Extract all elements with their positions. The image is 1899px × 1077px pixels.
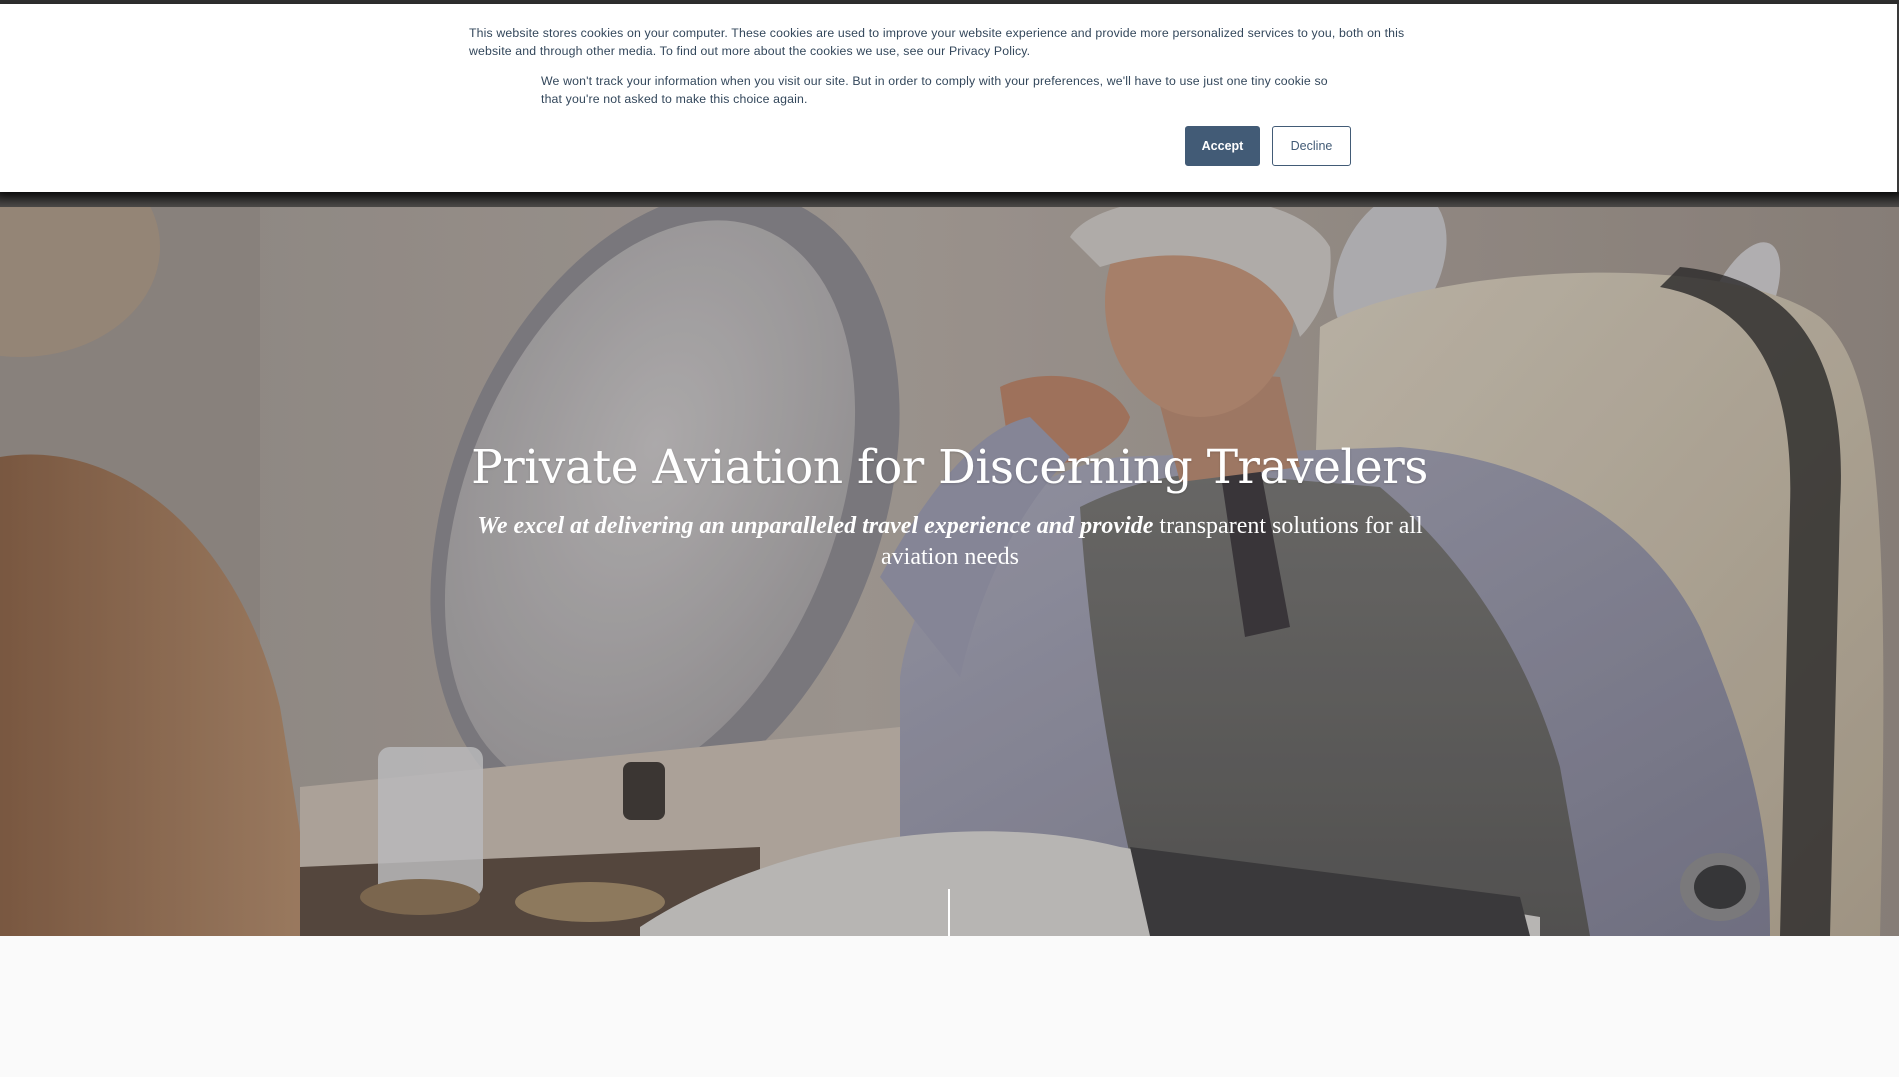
page: This website stores cookies on your comp… [0, 0, 1899, 1077]
decline-button[interactable]: Decline [1272, 126, 1351, 166]
banner-shadow [0, 192, 1899, 207]
accept-button[interactable]: Accept [1185, 126, 1260, 166]
cookie-message: This website stores cookies on your comp… [469, 26, 1405, 58]
hero-subtitle-emphasis: We excel at delivering an unparalleled t… [477, 513, 1154, 539]
hero-title: Private Aviation for Discerning Traveler… [471, 440, 1428, 495]
scroll-indicator-line [948, 889, 950, 936]
hero-subtitle: We excel at delivering an unparalleled t… [470, 511, 1430, 573]
content-area-below-hero [0, 936, 1899, 1077]
cookie-decline-notice: We won't track your information when you… [541, 74, 1328, 106]
hero-section: Private Aviation for Discerning Traveler… [0, 207, 1899, 936]
cookie-consent-banner: This website stores cookies on your comp… [0, 4, 1899, 192]
